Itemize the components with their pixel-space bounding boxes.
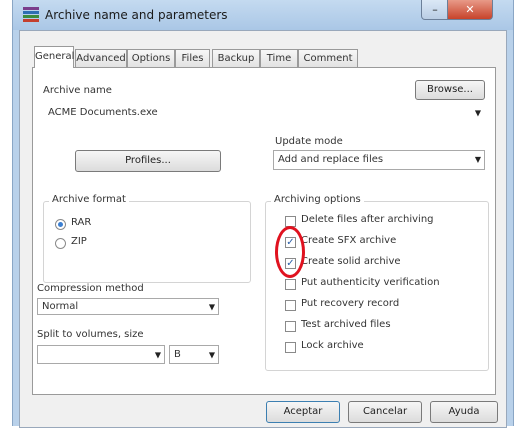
- split-unit-value: B: [174, 349, 181, 360]
- split-volumes-label: Split to volumes, size: [37, 329, 144, 340]
- dialog-client-area: General Advanced Options Files Backup Ti…: [19, 30, 507, 428]
- checkbox-lock-archive[interactable]: [285, 342, 296, 353]
- checkbox-authenticity[interactable]: [285, 279, 296, 290]
- tab-comment[interactable]: Comment: [298, 49, 358, 67]
- compression-method-value: Normal: [42, 301, 79, 312]
- create-solid-label[interactable]: Create solid archive: [301, 256, 401, 267]
- tab-advanced[interactable]: Advanced: [75, 49, 127, 67]
- chevron-down-icon[interactable]: ▼: [475, 151, 481, 169]
- tab-general[interactable]: General: [34, 46, 74, 68]
- dialog-window: Archive name and parameters – ✕ General …: [12, 0, 514, 428]
- accept-button[interactable]: Aceptar: [266, 401, 340, 423]
- lock-archive-label[interactable]: Lock archive: [301, 340, 364, 351]
- test-files-label[interactable]: Test archived files: [301, 319, 391, 330]
- archive-name-value: ACME Documents.exe: [48, 107, 158, 118]
- highlight-circle-annotation: [275, 226, 305, 278]
- cancel-button[interactable]: Cancelar: [348, 401, 422, 423]
- general-tab-page: Archive name Browse... ACME Documents.ex…: [32, 67, 496, 395]
- tab-options[interactable]: Options: [127, 49, 175, 67]
- radio-zip-label[interactable]: ZIP: [71, 236, 87, 247]
- authenticity-label[interactable]: Put authenticity verification: [301, 277, 440, 288]
- window-title: Archive name and parameters: [45, 8, 228, 22]
- archive-format-title: Archive format: [49, 194, 129, 205]
- browse-button[interactable]: Browse...: [415, 80, 485, 100]
- radio-rar-label[interactable]: RAR: [71, 217, 91, 228]
- compression-method-select[interactable]: Normal ▼: [37, 298, 219, 315]
- archive-name-label: Archive name: [43, 85, 112, 96]
- minimize-button[interactable]: –: [421, 0, 449, 20]
- close-icon: ✕: [465, 3, 475, 16]
- profiles-button[interactable]: Profiles...: [75, 150, 221, 172]
- chevron-down-icon[interactable]: ▼: [475, 105, 481, 120]
- checkbox-test-files[interactable]: [285, 321, 296, 332]
- radio-rar[interactable]: [55, 219, 66, 230]
- tab-time[interactable]: Time: [260, 49, 298, 67]
- winrar-app-icon: [23, 7, 39, 23]
- title-bar[interactable]: Archive name and parameters – ✕: [13, 0, 513, 30]
- archive-name-combo[interactable]: ACME Documents.exe ▼: [43, 104, 485, 121]
- chevron-down-icon[interactable]: ▼: [155, 346, 161, 363]
- create-sfx-label[interactable]: Create SFX archive: [301, 235, 396, 246]
- radio-zip[interactable]: [55, 238, 66, 249]
- tab-backup[interactable]: Backup: [212, 49, 260, 67]
- update-mode-label: Update mode: [275, 136, 343, 147]
- recovery-record-label[interactable]: Put recovery record: [301, 298, 399, 309]
- help-button[interactable]: Ayuda: [430, 401, 498, 423]
- checkbox-recovery-record[interactable]: [285, 300, 296, 311]
- close-button[interactable]: ✕: [447, 0, 493, 20]
- chevron-down-icon[interactable]: ▼: [209, 299, 215, 314]
- update-mode-select[interactable]: Add and replace files ▼: [273, 150, 485, 170]
- chevron-down-icon[interactable]: ▼: [209, 346, 215, 363]
- archiving-options-title: Archiving options: [271, 194, 364, 205]
- split-volumes-size-combo[interactable]: ▼: [37, 345, 165, 364]
- delete-files-label[interactable]: Delete files after archiving: [301, 214, 434, 225]
- split-unit-select[interactable]: B ▼: [169, 345, 219, 364]
- minimize-icon: –: [432, 3, 438, 16]
- update-mode-value: Add and replace files: [278, 154, 384, 165]
- compression-method-label: Compression method: [37, 283, 144, 294]
- tab-files[interactable]: Files: [175, 49, 210, 67]
